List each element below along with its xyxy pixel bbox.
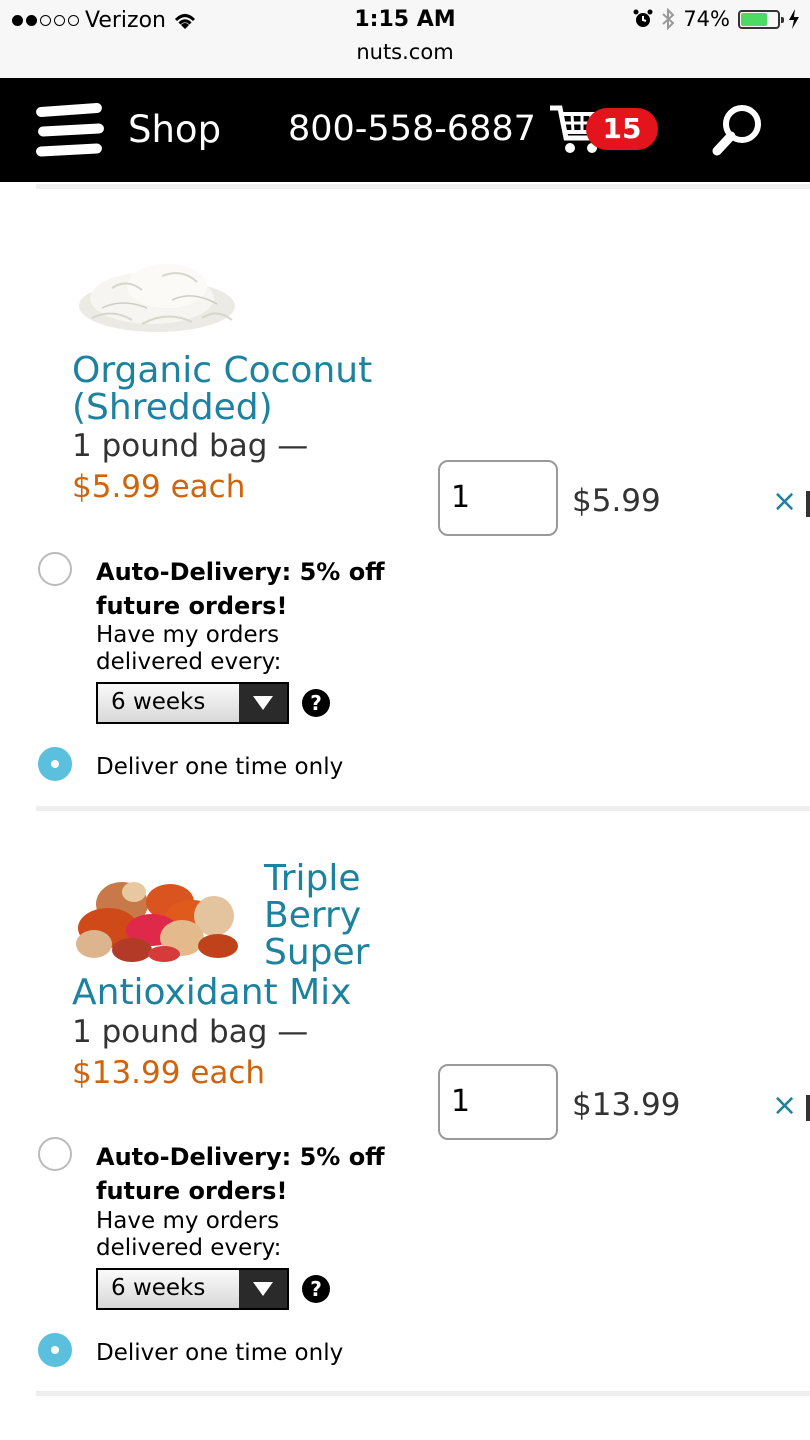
product-size: 1 pound bag — [72, 428, 309, 464]
product-title-line: Triple [264, 858, 361, 899]
line-total: $13.99 [572, 1087, 681, 1123]
status-bar: Verizon 1:15 AM nuts.com 74% [0, 0, 810, 78]
product-title-line: Berry [264, 895, 362, 936]
product-title-link[interactable]: Triple Berry Super [264, 860, 369, 971]
battery-percent: 74% [683, 7, 730, 31]
product-image-berry-mix[interactable] [72, 866, 244, 966]
product-title-link[interactable]: Organic Coconut (Shredded) [72, 352, 372, 426]
auto-delivery-title: Auto-Delivery: 5% off future orders! [96, 558, 385, 620]
quantity-input[interactable]: 1 [438, 1064, 558, 1140]
menu-icon[interactable] [35, 102, 105, 157]
product-title-link[interactable]: Antioxidant Mix [72, 974, 351, 1011]
battery-icon [738, 9, 784, 29]
auto-delivery-title: Auto-Delivery: 5% off future orders! [96, 1143, 385, 1205]
auto-delivery-description: Have my orders delivered every: [96, 622, 282, 675]
dropdown-arrow-icon[interactable] [239, 684, 287, 722]
product-title-line: (Shredded) [72, 387, 273, 428]
search-icon[interactable] [710, 102, 766, 158]
remove-label-edge[interactable] [806, 491, 810, 517]
product-title-line: Super [264, 932, 370, 973]
one-time-label[interactable]: Deliver one time only [96, 754, 343, 780]
divider [36, 806, 810, 811]
one-time-radio[interactable] [38, 1333, 72, 1367]
divider [36, 184, 810, 189]
auto-delivery-description: Have my orders delivered every: [96, 1208, 282, 1261]
divider [36, 1391, 810, 1396]
cart-count-badge[interactable]: 15 [586, 108, 658, 150]
unit-price: $13.99 each [72, 1055, 266, 1091]
alarm-icon [633, 9, 653, 27]
product-size: 1 pound bag — [72, 1014, 309, 1050]
url-bar[interactable]: nuts.com [0, 40, 810, 64]
remove-label-edge[interactable] [806, 1095, 810, 1121]
help-icon[interactable]: ? [302, 1275, 330, 1303]
remove-item-icon[interactable]: × [772, 1088, 797, 1123]
frequency-select[interactable]: 6 weeks [96, 1268, 289, 1310]
auto-delivery-radio[interactable] [38, 552, 72, 586]
frequency-value: 6 weeks [111, 689, 206, 715]
frequency-select[interactable]: 6 weeks [96, 682, 289, 724]
one-time-label[interactable]: Deliver one time only [96, 1340, 343, 1366]
help-icon[interactable]: ? [302, 689, 330, 717]
dropdown-arrow-icon[interactable] [239, 1270, 287, 1308]
one-time-radio[interactable] [38, 747, 72, 781]
auto-delivery-radio[interactable] [38, 1137, 72, 1171]
quantity-input[interactable]: 1 [438, 460, 558, 536]
charging-icon [789, 9, 799, 29]
frequency-value: 6 weeks [111, 1275, 206, 1301]
remove-item-icon[interactable]: × [772, 484, 797, 519]
bluetooth-icon [662, 8, 675, 30]
product-image-coconut[interactable] [72, 248, 242, 340]
product-title-line: Organic Coconut [72, 350, 373, 391]
phone-number[interactable]: 800-558-6887 [288, 109, 536, 149]
line-total: $5.99 [572, 483, 661, 519]
status-right: 74% [633, 7, 800, 31]
shop-link[interactable]: Shop [128, 108, 221, 151]
top-nav: Shop 800-558-6887 15 [0, 78, 810, 182]
unit-price: $5.99 each [72, 469, 246, 505]
